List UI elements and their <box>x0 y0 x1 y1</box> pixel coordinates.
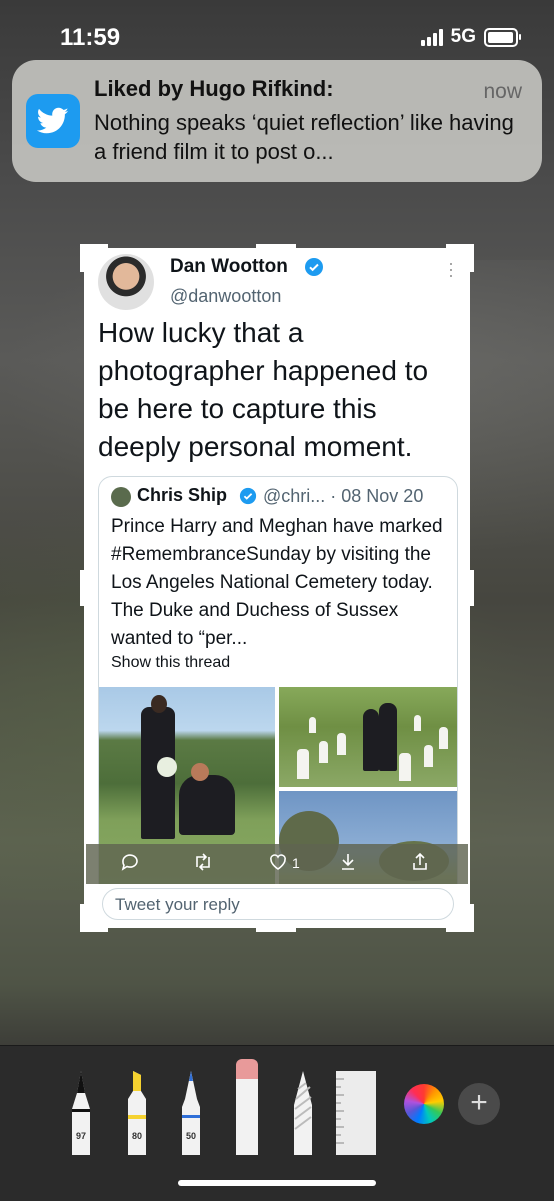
like-icon[interactable] <box>268 852 288 872</box>
reply-placeholder: Tweet your reply <box>115 895 240 914</box>
crop-handle-bottom[interactable] <box>256 927 296 932</box>
pencil-tool[interactable]: 50 <box>178 1069 204 1155</box>
share-icon[interactable] <box>410 852 430 872</box>
notification-body: Nothing speaks ‘quiet reflection’ like h… <box>94 110 514 164</box>
pen-tool[interactable]: 97 <box>68 1069 94 1155</box>
highlighter-tool-label: 80 <box>131 1131 142 1141</box>
download-icon[interactable] <box>338 852 358 872</box>
reply-input[interactable]: Tweet your reply <box>102 888 454 920</box>
quoted-text: Prince Harry and Meghan have marked #Rem… <box>111 516 443 649</box>
crop-handle-top[interactable] <box>256 244 296 249</box>
reply-icon[interactable] <box>120 852 140 872</box>
tweet-actions-bar: 1 <box>84 844 470 884</box>
pencil-tool-label: 50 <box>185 1131 196 1141</box>
verified-badge-icon <box>305 258 323 276</box>
quoted-meta: @chri... · 08 Nov 20 <box>263 486 424 506</box>
like-count: 1 <box>292 855 300 871</box>
retweet-icon[interactable] <box>192 852 214 872</box>
status-time: 11:59 <box>60 24 121 51</box>
notification-banner[interactable]: Liked by Hugo Rifkind: now Nothing speak… <box>12 60 542 182</box>
highlighter-tool[interactable]: 80 <box>124 1069 150 1155</box>
home-indicator[interactable] <box>178 1180 376 1186</box>
twitter-bird-icon <box>26 94 80 148</box>
add-button[interactable]: + <box>458 1083 500 1125</box>
tweet-text: How lucky that a photographer happened t… <box>98 317 429 462</box>
color-picker[interactable] <box>404 1084 444 1124</box>
markup-toolbar: 97 80 50 + <box>0 1045 554 1201</box>
more-options-icon[interactable]: · · · <box>448 254 454 284</box>
crop-handle-right[interactable] <box>469 570 474 606</box>
crop-handle-bottom-right[interactable] <box>469 904 474 932</box>
battery-icon <box>484 27 521 47</box>
network-label: 5G <box>450 26 476 47</box>
crop-handle-top-right[interactable] <box>469 244 474 272</box>
quoted-author-name: Chris Ship <box>137 485 228 505</box>
crop-handle-bottom-left[interactable] <box>80 904 85 932</box>
verified-badge-icon <box>239 487 257 505</box>
signal-icon <box>420 28 443 46</box>
ruler-tool[interactable] <box>336 1071 376 1155</box>
tweet-card: Dan Wootton @danwootton · · · How lucky th… <box>84 248 470 928</box>
lasso-tool[interactable] <box>290 1069 316 1155</box>
author-name: Dan Wootton <box>170 256 288 277</box>
notification-time: now <box>483 80 522 103</box>
status-icons: 5G <box>420 26 521 48</box>
eraser-tool[interactable] <box>234 1059 260 1155</box>
crop-handle-left[interactable] <box>80 570 85 606</box>
pen-tool-label: 97 <box>75 1131 86 1141</box>
photo-headstones[interactable] <box>279 687 457 787</box>
notification-title: Liked by Hugo Rifkind: <box>94 76 334 101</box>
author-handle: @danwootton <box>170 286 282 306</box>
quoted-avatar <box>111 487 131 507</box>
crop-handle-top-left[interactable] <box>80 244 85 272</box>
avatar[interactable] <box>98 254 154 310</box>
show-thread-link[interactable]: Show this thread <box>111 654 230 672</box>
reply-area: Tweet your reply <box>84 884 470 928</box>
